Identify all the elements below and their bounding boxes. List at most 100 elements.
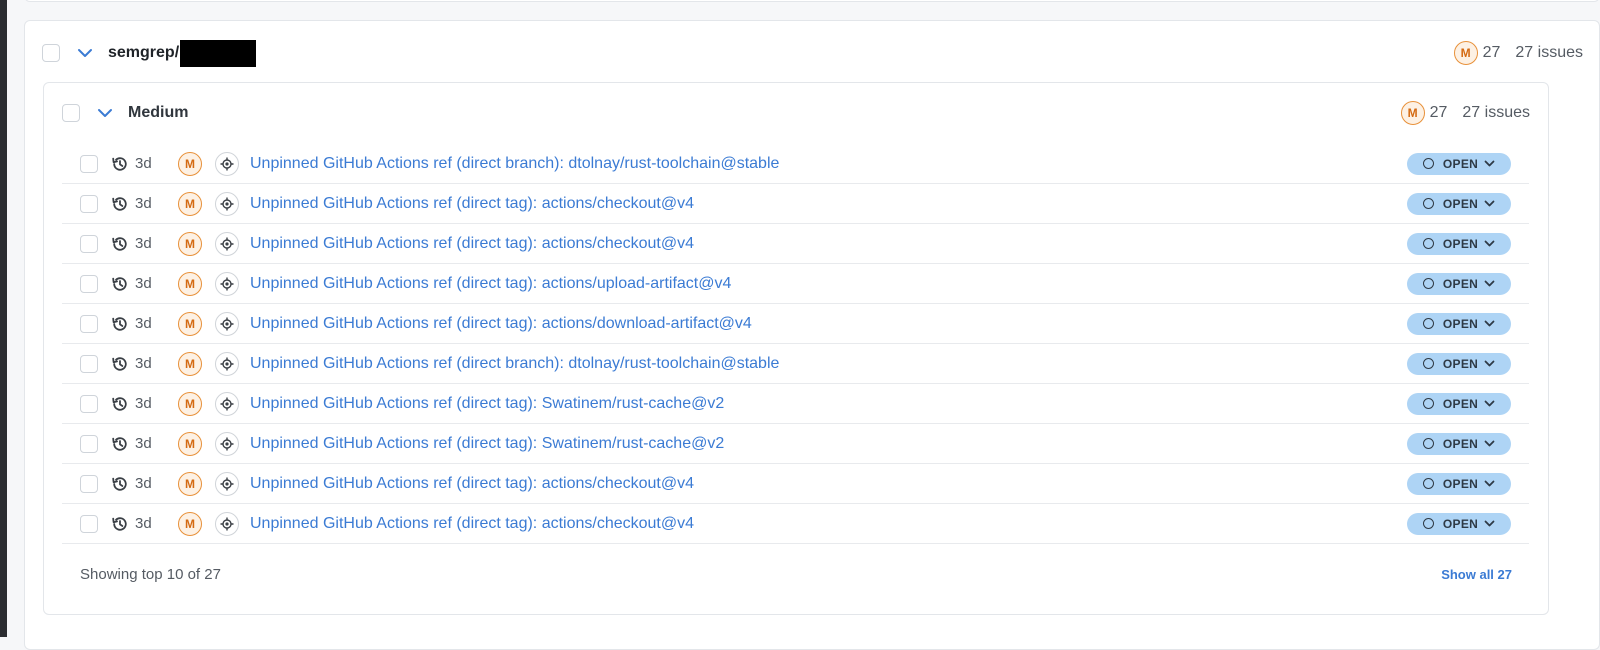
issue-list: 3d M Unpinned GitHub Actions ref (direct… xyxy=(62,144,1529,544)
issue-select-checkbox[interactable] xyxy=(80,314,98,333)
circle-icon xyxy=(1422,198,1434,209)
issue-title-link[interactable]: Unpinned GitHub Actions ref (direct tag)… xyxy=(250,275,731,293)
target-icon[interactable] xyxy=(215,191,239,216)
target-icon[interactable] xyxy=(215,471,239,496)
status-dropdown[interactable]: OPEN xyxy=(1407,392,1511,415)
group-summary: M 27 27 issues xyxy=(1400,101,1530,125)
target-icon[interactable] xyxy=(215,311,239,336)
target-icon[interactable] xyxy=(215,511,239,536)
history-icon xyxy=(111,235,129,253)
issue-title-link[interactable]: Unpinned GitHub Actions ref (direct tag)… xyxy=(250,235,694,253)
history-icon xyxy=(111,355,129,373)
status-label: OPEN xyxy=(1442,396,1479,411)
issue-select-checkbox[interactable] xyxy=(80,514,98,533)
repo-issues-count: 27 issues xyxy=(1515,44,1583,61)
issue-select-checkbox[interactable] xyxy=(80,474,98,493)
circle-icon xyxy=(1422,278,1434,289)
history-icon xyxy=(111,275,129,293)
circle-icon xyxy=(1422,238,1434,249)
chevron-down-icon xyxy=(1484,480,1495,487)
circle-icon xyxy=(1422,398,1434,409)
issue-age: 3d xyxy=(135,395,152,412)
chevron-down-icon xyxy=(1484,240,1495,247)
target-icon[interactable] xyxy=(215,391,239,416)
group-title: Medium xyxy=(128,104,189,121)
issue-title-link[interactable]: Unpinned GitHub Actions ref (direct tag)… xyxy=(250,315,752,333)
chevron-down-icon xyxy=(1484,360,1495,367)
issue-select-checkbox[interactable] xyxy=(80,194,98,213)
issue-select-checkbox[interactable] xyxy=(80,394,98,413)
previous-card-edge xyxy=(24,0,1600,2)
chevron-down-icon xyxy=(1484,400,1495,407)
history-icon xyxy=(111,155,129,173)
issue-age: 3d xyxy=(135,475,152,492)
status-dropdown[interactable]: OPEN xyxy=(1407,152,1511,175)
status-dropdown[interactable]: OPEN xyxy=(1407,512,1511,535)
severity-badge: M xyxy=(178,511,202,536)
severity-badge: M xyxy=(1453,41,1478,65)
issue-select-checkbox[interactable] xyxy=(80,234,98,253)
issue-age: 3d xyxy=(135,235,152,252)
issue-title-link[interactable]: Unpinned GitHub Actions ref (direct tag)… xyxy=(250,195,694,213)
group-select-checkbox[interactable] xyxy=(62,104,80,122)
issue-title-link[interactable]: Unpinned GitHub Actions ref (direct tag)… xyxy=(250,475,694,493)
issue-age: 3d xyxy=(135,155,152,172)
severity-badge: M xyxy=(178,471,202,496)
status-dropdown[interactable]: OPEN xyxy=(1407,472,1511,495)
status-dropdown[interactable]: OPEN xyxy=(1407,352,1511,375)
issue-row: 3d M Unpinned GitHub Actions ref (direct… xyxy=(62,184,1529,224)
chevron-down-icon[interactable] xyxy=(76,44,94,62)
target-icon[interactable] xyxy=(215,351,239,376)
issue-select-checkbox[interactable] xyxy=(80,354,98,373)
issue-row: 3d M Unpinned GitHub Actions ref (direct… xyxy=(62,264,1529,304)
issue-title-link[interactable]: Unpinned GitHub Actions ref (direct tag)… xyxy=(250,515,694,533)
issue-select-checkbox[interactable] xyxy=(80,154,98,173)
severity-badge: M xyxy=(178,311,202,336)
issue-age: 3d xyxy=(135,435,152,452)
severity-badge: M xyxy=(178,391,202,416)
issue-row: 3d M Unpinned GitHub Actions ref (direct… xyxy=(62,504,1529,544)
status-dropdown[interactable]: OPEN xyxy=(1407,232,1511,255)
status-dropdown[interactable]: OPEN xyxy=(1407,192,1511,215)
issue-title-link[interactable]: Unpinned GitHub Actions ref (direct tag)… xyxy=(250,395,724,413)
severity-badge: M xyxy=(178,431,202,456)
issue-row: 3d M Unpinned GitHub Actions ref (direct… xyxy=(62,224,1529,264)
status-label: OPEN xyxy=(1442,436,1479,451)
history-icon xyxy=(111,515,129,533)
repo-card: semgrep/ M 27 27 issues Medium M 27 27 i… xyxy=(24,20,1600,650)
target-icon[interactable] xyxy=(215,231,239,256)
group-header: Medium M 27 27 issues xyxy=(62,97,1530,129)
show-all-button[interactable]: Show all 27 xyxy=(1441,567,1512,582)
circle-icon xyxy=(1422,518,1434,529)
target-icon[interactable] xyxy=(215,151,239,176)
chevron-down-icon[interactable] xyxy=(96,104,114,122)
issue-title-link[interactable]: Unpinned GitHub Actions ref (direct tag)… xyxy=(250,435,724,453)
repo-select-checkbox[interactable] xyxy=(42,44,60,62)
chevron-down-icon xyxy=(1484,320,1495,327)
list-footer: Showing top 10 of 27 Show all 27 xyxy=(80,559,1512,589)
issue-age: 3d xyxy=(135,355,152,372)
history-icon xyxy=(111,315,129,333)
chevron-down-icon xyxy=(1484,440,1495,447)
target-icon[interactable] xyxy=(215,431,239,456)
circle-icon xyxy=(1422,318,1434,329)
status-dropdown[interactable]: OPEN xyxy=(1407,272,1511,295)
status-label: OPEN xyxy=(1442,196,1479,211)
status-dropdown[interactable]: OPEN xyxy=(1407,432,1511,455)
chevron-down-icon xyxy=(1484,200,1495,207)
circle-icon xyxy=(1422,438,1434,449)
issue-title-link[interactable]: Unpinned GitHub Actions ref (direct bran… xyxy=(250,155,779,173)
issue-title-link[interactable]: Unpinned GitHub Actions ref (direct bran… xyxy=(250,355,779,373)
status-label: OPEN xyxy=(1442,356,1479,371)
severity-badge: M xyxy=(178,151,202,176)
status-label: OPEN xyxy=(1442,156,1479,171)
issue-row: 3d M Unpinned GitHub Actions ref (direct… xyxy=(62,144,1529,184)
issue-select-checkbox[interactable] xyxy=(80,434,98,453)
status-label: OPEN xyxy=(1442,316,1479,331)
target-icon[interactable] xyxy=(215,271,239,296)
issue-row: 3d M Unpinned GitHub Actions ref (direct… xyxy=(62,384,1529,424)
status-label: OPEN xyxy=(1442,236,1479,251)
status-dropdown[interactable]: OPEN xyxy=(1407,312,1511,335)
issue-select-checkbox[interactable] xyxy=(80,274,98,293)
issue-row: 3d M Unpinned GitHub Actions ref (direct… xyxy=(62,344,1529,384)
